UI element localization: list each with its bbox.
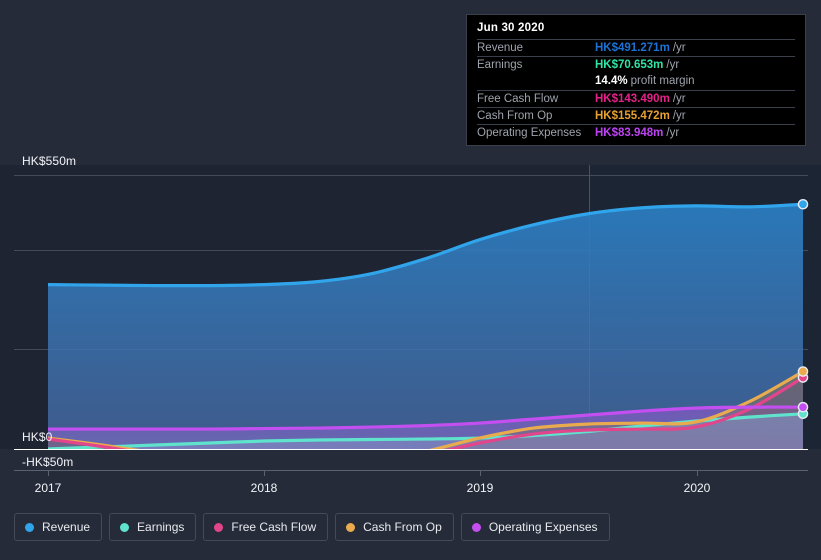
tooltip-row-suffix: /yr xyxy=(672,93,686,105)
legend-item-cash-from-op[interactable]: Cash From Op xyxy=(335,513,454,541)
x-axis-label-2020: 2020 xyxy=(683,481,711,495)
legend-color-dot-icon xyxy=(471,522,481,532)
tooltip-row-value: HK$83.948m xyxy=(595,127,664,139)
tooltip-row-suffix: /yr xyxy=(672,42,686,54)
legend-color-dot-icon xyxy=(214,522,224,532)
x-axis-label-2017: 2017 xyxy=(34,481,62,495)
x-axis-label-2018: 2018 xyxy=(250,481,278,495)
legend-item-label: Revenue xyxy=(42,520,91,534)
tooltip-row: Cash From Op HK$155.472m/yr xyxy=(477,107,795,124)
legend-item-revenue[interactable]: Revenue xyxy=(14,513,103,541)
tooltip-row: Free Cash Flow HK$143.490m/yr xyxy=(477,90,795,107)
tooltip-row: Operating Expenses HK$83.948m/yr xyxy=(477,124,795,141)
tooltip-row-value: HK$491.271m xyxy=(595,42,670,54)
tooltip-row: Revenue HK$491.271m/yr xyxy=(477,39,795,56)
legend-color-dot-icon xyxy=(25,522,34,532)
endpoint-dot-cash-from-op xyxy=(797,366,809,377)
tooltip-row: 14.4% profit margin xyxy=(477,73,795,90)
tooltip-row-key: Cash From Op xyxy=(477,110,553,122)
y-axis-label-neg50: -HK$50m xyxy=(22,455,74,469)
endpoint-dot-operating-expenses xyxy=(797,401,809,413)
tooltip-date: Jun 30 2020 xyxy=(477,22,545,34)
tooltip-row-suffix: /yr xyxy=(672,110,686,122)
tooltip-row-suffix: /yr xyxy=(666,59,680,71)
legend-item-earnings[interactable]: Earnings xyxy=(109,513,197,541)
legend-item-operating-expenses[interactable]: Operating Expenses xyxy=(460,513,610,541)
tooltip-row-value: HK$70.653m xyxy=(595,59,664,71)
tooltip-row-value: 14.4% xyxy=(595,75,628,87)
legend-item-label: Cash From Op xyxy=(363,520,442,534)
tooltip-row-suffix: /yr xyxy=(666,127,680,139)
tooltip-rows: Revenue HK$491.271m/yr Earnings HK$70.653m /… xyxy=(477,39,795,141)
legend-color-dot-icon xyxy=(120,522,130,532)
x-axis-label-2019: 2019 xyxy=(466,481,494,495)
y-axis-label-0: HK$0 xyxy=(22,430,53,444)
tooltip-row-key: Free Cash Flow xyxy=(477,93,559,105)
legend-color-dot-icon xyxy=(346,522,356,532)
tooltip-row: Earnings HK$70.653m/yr xyxy=(477,56,795,73)
tooltip-row-key: Operating Expenses xyxy=(477,127,582,139)
legend-item-label: Free Cash Flow xyxy=(231,520,317,534)
tooltip-row-key: Revenue xyxy=(477,42,524,54)
tooltip-row-value: HK$143.490m xyxy=(595,93,670,105)
legend-item-label: Earnings xyxy=(137,520,185,534)
tooltip-row-key: Earnings xyxy=(477,59,523,71)
tooltip-row-suffix: profit margin xyxy=(630,75,695,87)
legend-item-free-cash-flow[interactable]: Free Cash Flow xyxy=(203,513,329,541)
legend-item-label: Operating Expenses xyxy=(488,520,598,534)
chart-tooltip: Jun 30 2020 Revenue HK$491.271m/yr Earning… xyxy=(466,14,806,146)
tooltip-row-value: HK$155.472m xyxy=(595,110,670,122)
endpoint-dot-revenue xyxy=(797,198,809,210)
y-axis-label-550: HK$550m xyxy=(22,154,77,168)
chart-legend: Revenue Earnings Free Cash Flow Cash From O… xyxy=(14,513,610,541)
chart-root: HK$550m HK$0 -HK$50m 2017 2018 2019 2020… xyxy=(0,0,821,560)
